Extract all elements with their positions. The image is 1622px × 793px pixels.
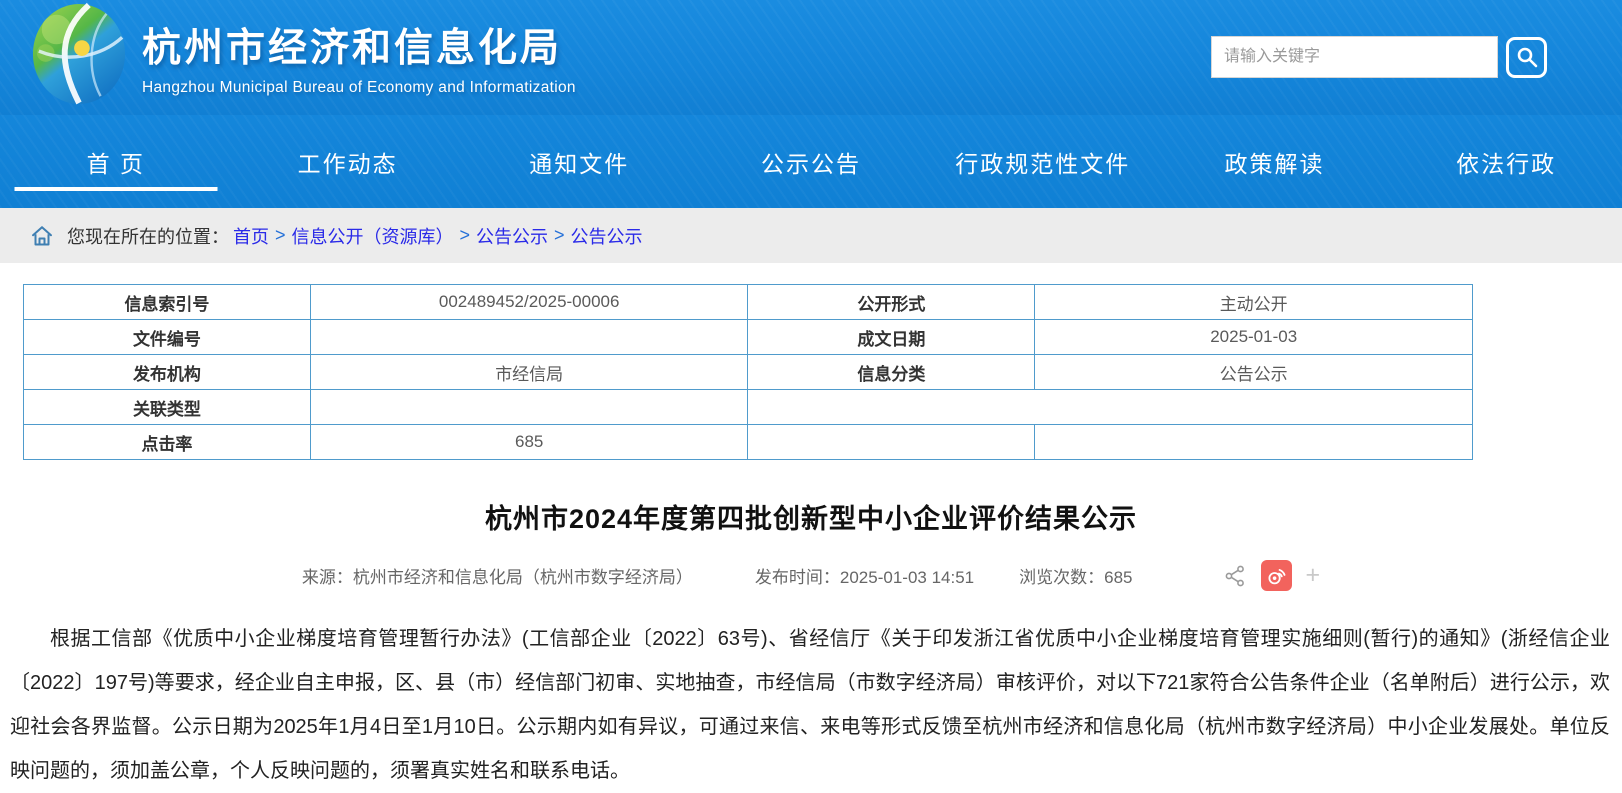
nav-item-home[interactable]: 首 页 [0,115,232,208]
info-category-value: 公告公示 [1035,355,1473,390]
search-input[interactable] [1211,36,1498,78]
table-row: 文件编号 成文日期 2025-01-03 [24,320,1473,355]
page-title: 杭州市2024年度第四批创新型中小企业评价结果公示 [0,497,1622,536]
nav-item-notices[interactable]: 通知文件 [463,115,695,208]
table-row: 发布机构 市经信局 信息分类 公告公示 [24,355,1473,390]
breadcrumb-prefix: 您现在所在的位置： [67,223,229,249]
breadcrumb-separator: > [460,225,471,246]
table-row: 点击率 685 [24,425,1473,460]
document-info-table: 信息索引号 002489452/2025-00006 公开形式 主动公开 文件编… [23,284,1473,460]
document-info-table-wrap: 信息索引号 002489452/2025-00006 公开形式 主动公开 文件编… [0,263,1622,460]
breadcrumb: 您现在所在的位置： 首页 > 信息公开（资源库） > 公告公示 > 公告公示 [0,208,1622,263]
main-nav: 首 页 工作动态 通知文件 公示公告 行政规范性文件 政策解读 依法行政 [0,115,1622,208]
info-index-number-value: 002489452/2025-00006 [310,285,748,320]
breadcrumb-link-info-disclosure[interactable]: 信息公开（资源库） [292,223,454,249]
weibo-icon [1265,564,1288,587]
weibo-share-button[interactable] [1261,560,1292,591]
empty-label-cell [748,425,1035,460]
nav-item-public-announcements[interactable]: 公示公告 [695,115,927,208]
issuing-agency-label: 发布机构 [24,355,311,390]
publish-time-value: 2025-01-03 14:51 [840,568,974,587]
search-icon [1515,45,1539,69]
article-body-paragraph: 根据工信部《优质中小企业梯度培育管理暂行办法》(工信部企业〔2022〕63号)、… [10,617,1610,793]
breadcrumb-separator: > [275,225,286,246]
site-subtitle: Hangzhou Municipal Bureau of Economy and… [142,79,576,97]
issuing-agency-value: 市经信局 [310,355,748,390]
table-row: 信息索引号 002489452/2025-00006 公开形式 主动公开 [24,285,1473,320]
site-header: 杭州市经济和信息化局 Hangzhou Municipal Bureau of … [0,0,1622,115]
search-button[interactable] [1506,37,1547,78]
view-count-value: 685 [1104,568,1132,587]
nav-item-administrative-normative-docs[interactable]: 行政规范性文件 [927,115,1159,208]
click-rate-label: 点击率 [24,425,311,460]
click-rate-value: 685 [310,425,748,460]
more-share-button[interactable]: + [1306,563,1321,588]
bureau-logo-icon [30,2,128,106]
source-value: 杭州市经济和信息化局（杭州市数字经济局） [353,568,693,587]
issue-date-value: 2025-01-03 [1035,320,1473,355]
search-area [1211,36,1547,78]
home-icon[interactable] [30,224,54,248]
breadcrumb-link-announcements[interactable]: 公告公示 [476,223,548,249]
related-type-value [310,390,748,425]
breadcrumb-separator: > [554,225,565,246]
document-number-value [310,320,748,355]
site-brand[interactable]: 杭州市经济和信息化局 Hangzhou Municipal Bureau of … [30,2,576,106]
disclosure-form-label: 公开形式 [748,285,1035,320]
source-label: 来源： [302,568,353,587]
article-meta: 来源：杭州市经济和信息化局（杭州市数字经济局） 发布时间：2025-01-03 … [0,560,1622,591]
breadcrumb-link-home[interactable]: 首页 [233,223,269,249]
info-index-number-label: 信息索引号 [24,285,311,320]
issue-date-label: 成文日期 [748,320,1035,355]
disclosure-form-value: 主动公开 [1035,285,1473,320]
nav-item-law-based-administration[interactable]: 依法行政 [1390,115,1622,208]
share-button[interactable] [1223,564,1247,588]
table-row: 关联类型 [24,390,1473,425]
related-type-empty-cell [748,390,1473,425]
document-number-label: 文件编号 [24,320,311,355]
share-nodes-icon [1223,564,1247,588]
info-category-label: 信息分类 [748,355,1035,390]
nav-item-work-news[interactable]: 工作动态 [232,115,464,208]
empty-value-cell [1035,425,1473,460]
related-type-label: 关联类型 [24,390,311,425]
nav-item-policy-interpretation[interactable]: 政策解读 [1159,115,1391,208]
view-count-label: 浏览次数： [1019,568,1104,587]
site-title: 杭州市经济和信息化局 [142,17,576,73]
article-source: 来源：杭州市经济和信息化局（杭州市数字经济局） [302,563,693,588]
publish-time-label: 发布时间： [755,568,840,587]
breadcrumb-link-announcements-current[interactable]: 公告公示 [571,223,643,249]
share-toolbar: + [1223,560,1321,591]
article-view-count: 浏览次数：685 [1019,563,1132,588]
article-publish-time: 发布时间：2025-01-03 14:51 [755,563,974,588]
